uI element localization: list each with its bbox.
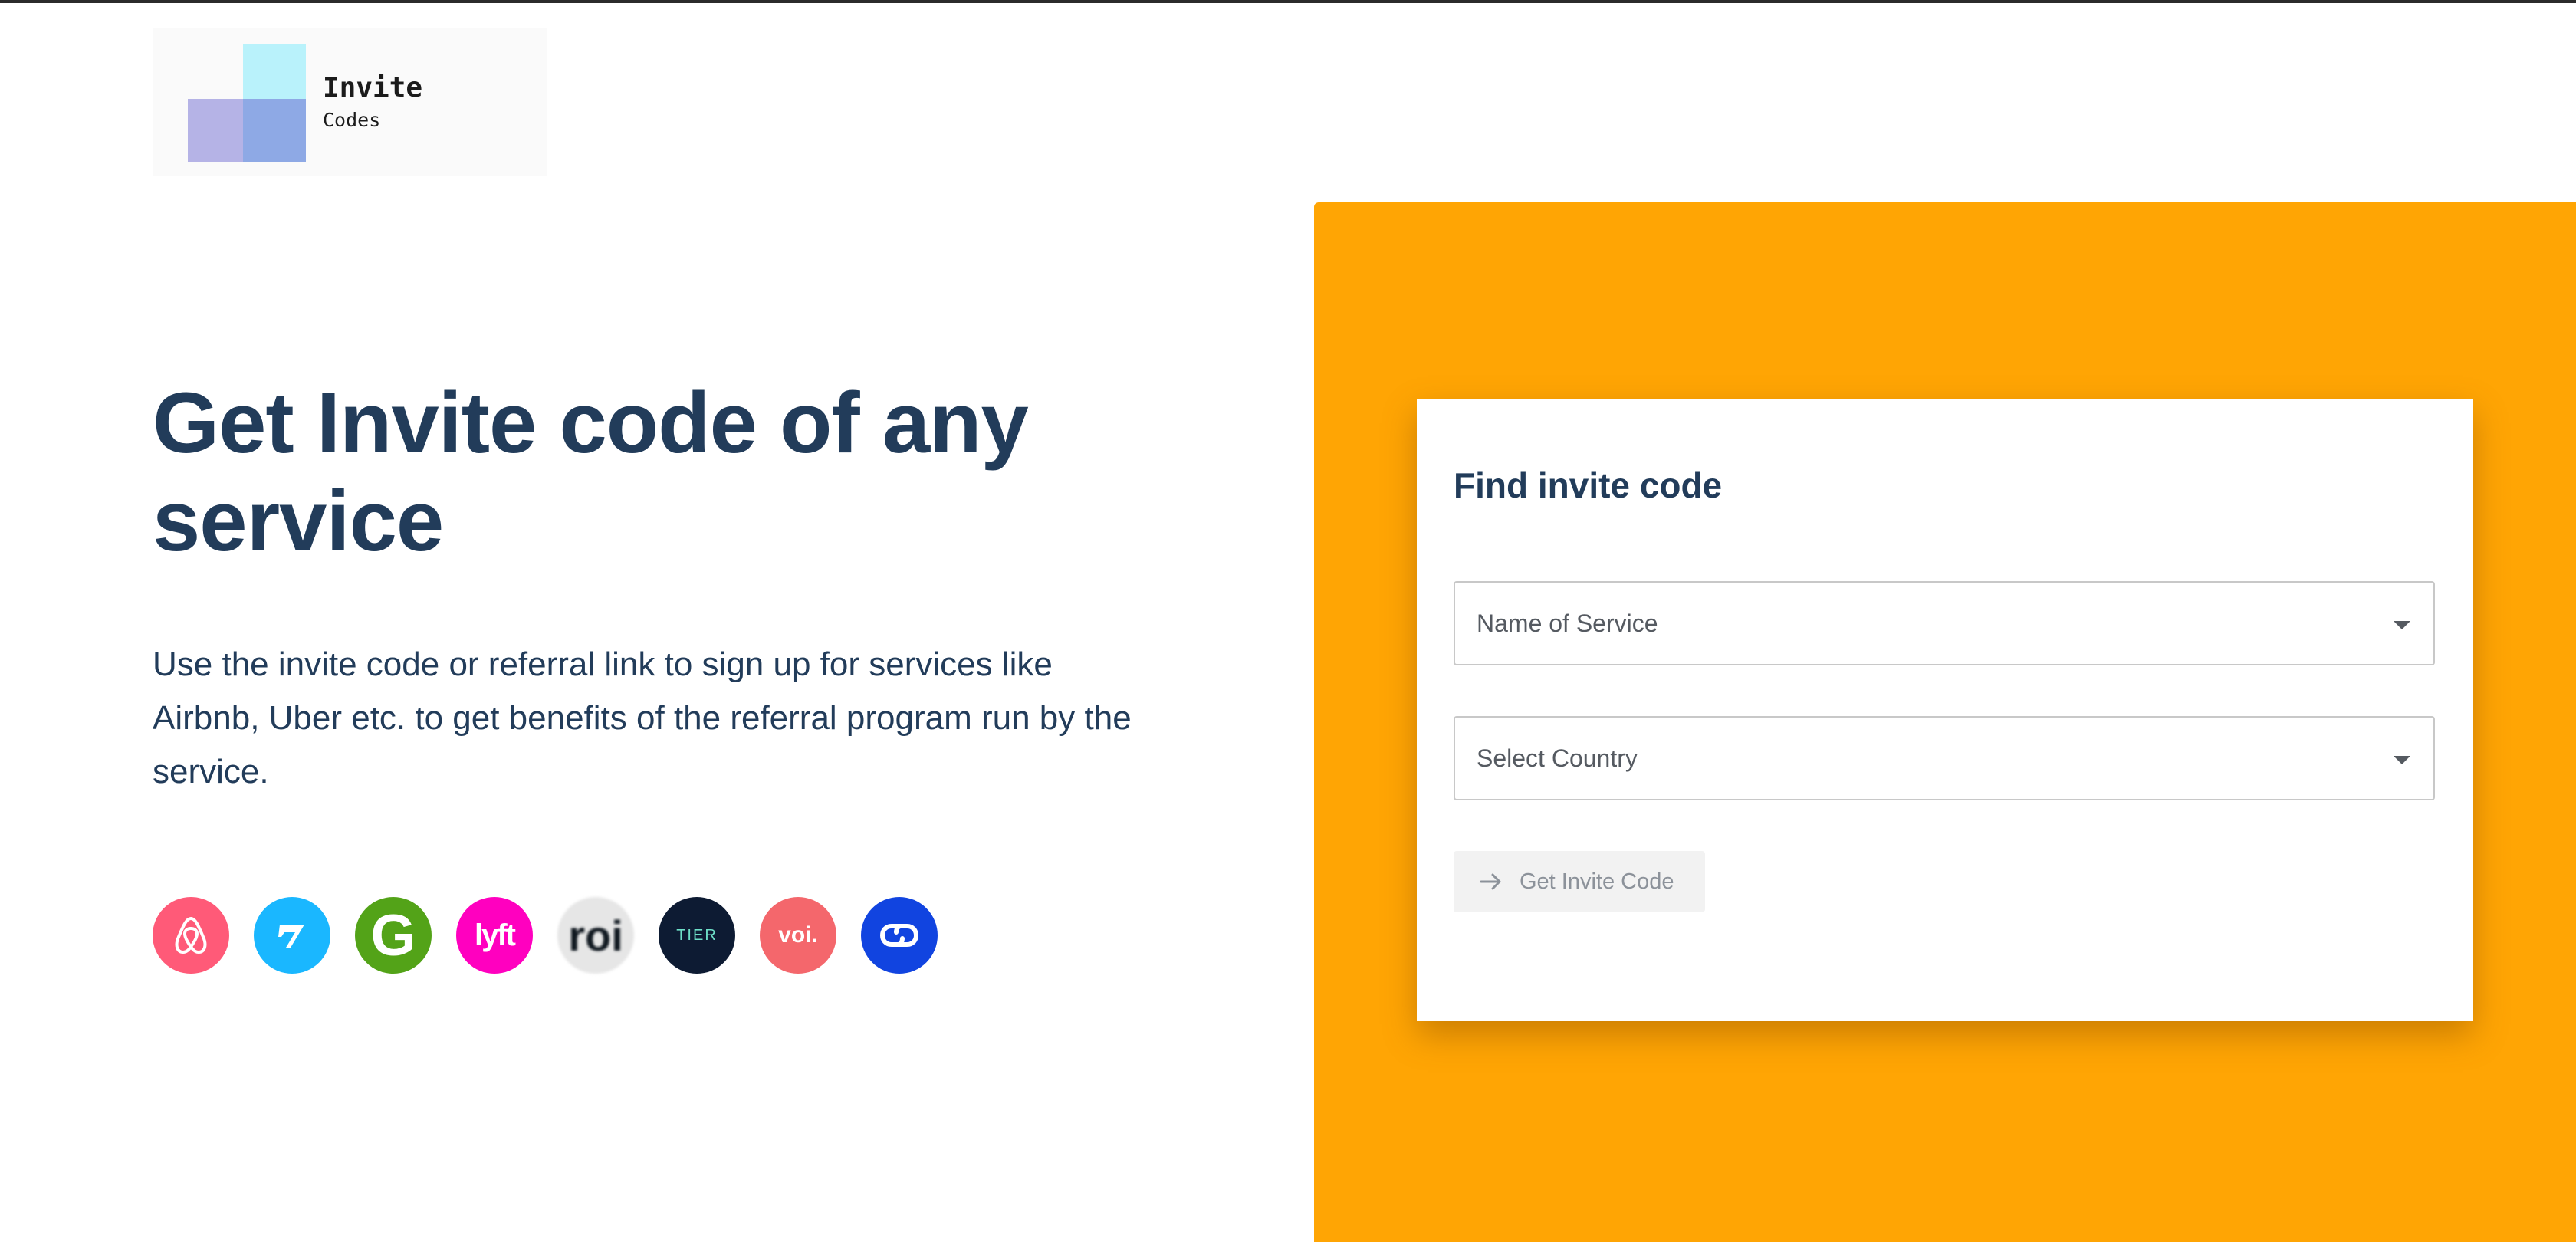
groupon-label: G [370, 902, 416, 968]
top-border [0, 0, 2576, 3]
country-select-placeholder: Select Country [1477, 744, 1638, 772]
country-select[interactable]: Select Country [1454, 716, 2435, 800]
tier-label: TIER [676, 926, 718, 944]
logo-title: Invite [323, 72, 423, 104]
find-invite-card: Find invite code Name of Service Select … [1417, 399, 2473, 1021]
chevron-down-icon [2394, 756, 2410, 764]
voi-label: voi. [778, 922, 818, 948]
get-invite-code-button[interactable]: Get Invite Code [1454, 851, 1705, 912]
service-select-placeholder: Name of Service [1477, 609, 1658, 637]
card-title: Find invite code [1454, 465, 1723, 505]
service-select[interactable]: Name of Service [1454, 581, 2435, 665]
site-logo[interactable]: Invite Codes [153, 28, 547, 176]
wise-glyph [278, 925, 304, 948]
arrow-right-icon [1480, 872, 1503, 891]
hero-description: Use the invite code or referral link to … [153, 646, 1132, 790]
hero-title: Get Invite code of any service [153, 375, 1029, 569]
logo-subtitle: Codes [323, 109, 381, 131]
groupon-icon[interactable]: G [355, 897, 432, 974]
lyft-icon[interactable]: lyft [456, 897, 533, 974]
tier-icon[interactable]: TIER [659, 897, 735, 974]
airbnb-glyph [175, 917, 207, 954]
service-logos: G lyft roi TIER voi. [153, 897, 938, 974]
logo-square-cyan [243, 44, 306, 99]
curve-glyph [879, 924, 919, 947]
wise-icon[interactable] [254, 897, 330, 974]
logo-square-blue [243, 99, 306, 162]
curve-icon[interactable] [861, 897, 938, 974]
chevron-down-icon [2394, 621, 2410, 629]
voi-icon[interactable]: voi. [760, 897, 836, 974]
lyft-label: lyft [475, 918, 516, 952]
logo-square-purple [188, 99, 243, 162]
roi-label: roi [568, 911, 623, 960]
roi-icon[interactable]: roi [557, 897, 634, 974]
get-invite-code-label: Get Invite Code [1520, 869, 1674, 894]
airbnb-icon[interactable] [153, 897, 229, 974]
